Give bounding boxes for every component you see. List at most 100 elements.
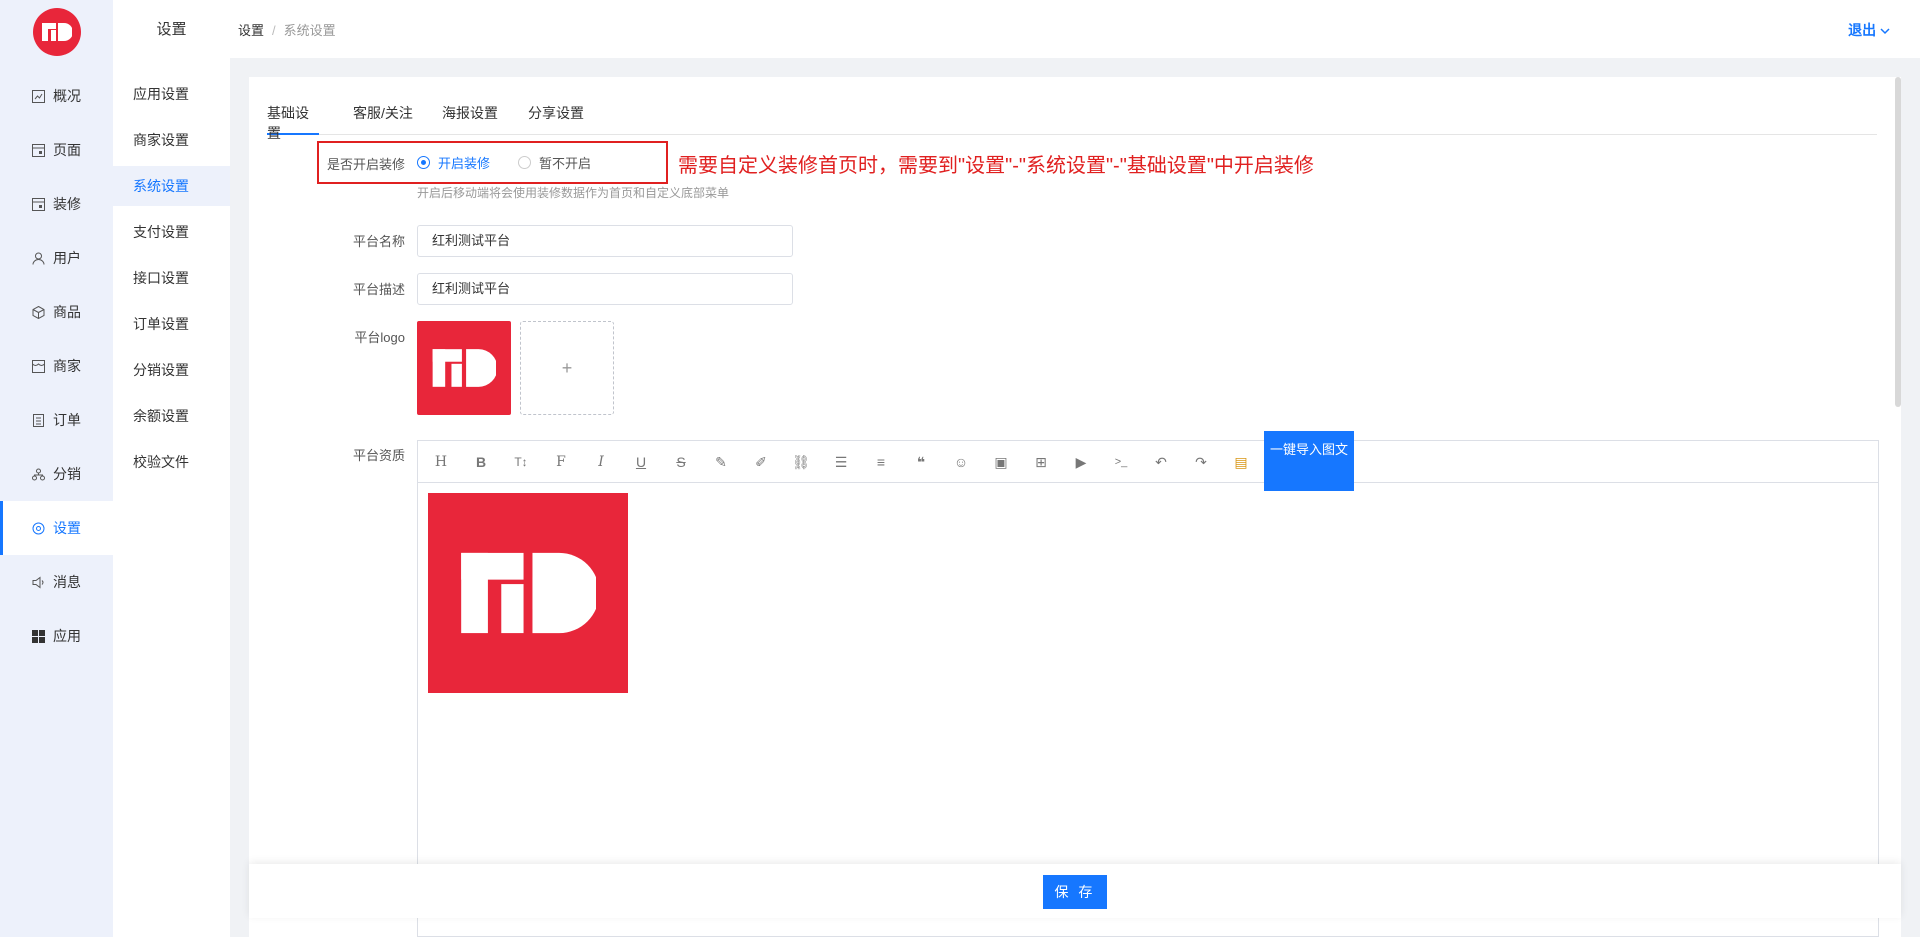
app-logo[interactable]	[33, 8, 81, 56]
chevron-down-icon	[1880, 22, 1890, 38]
image-icon[interactable]: ▣	[992, 453, 1010, 471]
sidebar-item-order[interactable]: 订单	[0, 393, 113, 447]
user-icon	[31, 251, 45, 265]
sidebar-item-goods[interactable]: 商品	[0, 285, 113, 339]
sidebar-item-label: 概况	[53, 88, 81, 104]
store-icon	[31, 359, 45, 373]
bold-icon[interactable]: B	[472, 453, 490, 471]
sidebar-item-merchant[interactable]: 商家	[0, 339, 113, 393]
sidebar-item-label: 消息	[53, 574, 81, 590]
italic-icon[interactable]: I	[592, 453, 610, 471]
breadcrumb-settings[interactable]: 设置	[238, 23, 264, 38]
subnav-item-merchant-settings[interactable]: 商家设置	[113, 120, 230, 160]
sidebar-item-settings[interactable]: 设置	[0, 501, 113, 555]
import-doc-icon[interactable]: ▤	[1232, 453, 1250, 471]
logout-label: 退出	[1848, 22, 1877, 38]
breadcrumb-separator: /	[272, 23, 276, 38]
tab-share[interactable]: 分享设置	[528, 103, 584, 135]
gear-icon	[31, 521, 45, 535]
align-icon[interactable]: ≡	[872, 453, 890, 471]
import-article-button[interactable]: 一键导入图文	[1264, 431, 1354, 491]
sidebar-item-page[interactable]: 页面	[0, 123, 113, 177]
subnav-item-verify-file[interactable]: 校验文件	[113, 442, 230, 482]
link-icon[interactable]: ⛓	[792, 453, 810, 471]
save-button[interactable]: 保 存	[1043, 875, 1107, 909]
sidebar-item-message[interactable]: 消息	[0, 555, 113, 609]
sidebar-item-label: 商品	[53, 304, 81, 320]
platform-logo-label: 平台logo	[354, 330, 405, 345]
decorate-label: 是否开启装修	[326, 157, 405, 172]
logo-upload-button[interactable]: +	[520, 321, 614, 415]
code-icon[interactable]: >_	[1112, 453, 1130, 471]
speaker-icon	[31, 575, 45, 589]
sidebar-item-label: 分销	[53, 466, 81, 482]
sidebar-item-distribution[interactable]: 分销	[0, 447, 113, 501]
tab-service[interactable]: 客服/关注	[353, 103, 413, 135]
tab-basic[interactable]: 基础设置	[267, 103, 319, 141]
logout-button[interactable]: 退出	[1848, 20, 1890, 40]
subnav-item-app-settings[interactable]: 应用设置	[113, 74, 230, 114]
sidebar-item-user[interactable]: 用户	[0, 231, 113, 285]
emoji-icon[interactable]: ☺	[952, 453, 970, 471]
breadcrumb: 设置 / 系统设置	[238, 20, 336, 39]
subnav-item-api-settings[interactable]: 接口设置	[113, 258, 230, 298]
sidebar-item-decorate[interactable]: 装修	[0, 177, 113, 231]
radio-label: 暂不开启	[539, 156, 592, 171]
distribution-icon	[31, 467, 45, 481]
footer-bar: 保 存	[249, 864, 1901, 918]
settings-card: 基础设置 客服/关注 海报设置 分享设置 是否开启装修 开启装修 暂不开启 需要…	[249, 77, 1901, 937]
decorate-icon	[31, 197, 45, 211]
platform-qual-label: 平台资质	[352, 448, 405, 463]
radio-label: 开启装修	[438, 156, 491, 171]
subnav-item-order-settings[interactable]: 订单设置	[113, 304, 230, 344]
sidebar-item-apps[interactable]: 应用	[0, 609, 113, 663]
editor-toolbar: H B T↕ F I U S ✎ ✐ ⛓ ☰ ≡ ❝ ☺ ▣ ⊞ ▶ >_ ↶ …	[418, 431, 1878, 491]
top-header: 设置 / 系统设置 退出	[230, 0, 1920, 58]
subnav-item-balance-settings[interactable]: 余额设置	[113, 396, 230, 436]
sidebar-item-label: 订单	[53, 412, 81, 428]
chart-icon	[31, 89, 45, 103]
list-icon[interactable]: ☰	[832, 453, 850, 471]
underline-icon[interactable]: U	[632, 453, 650, 471]
radio-decorate-on[interactable]: 开启装修	[417, 153, 490, 172]
editor-logo-image[interactable]	[428, 493, 628, 693]
annotation-text: 需要自定义装修首页时，需要到"设置"-"系统设置"-"基础设置"中开启装修	[678, 155, 1314, 177]
undo-icon[interactable]: ↶	[1152, 453, 1170, 471]
tab-poster[interactable]: 海报设置	[442, 103, 498, 135]
sidebar-item-label: 商家	[53, 358, 81, 374]
subnav-item-distribution-settings[interactable]: 分销设置	[113, 350, 230, 390]
platform-name-input[interactable]: 红利测试平台	[417, 225, 793, 257]
sidebar-item-label: 页面	[53, 142, 81, 158]
page-icon	[31, 143, 45, 157]
page-scrollbar[interactable]	[1895, 77, 1901, 407]
heading-icon[interactable]: H	[432, 453, 450, 471]
sidebar-item-label: 应用	[53, 628, 81, 644]
font-size-icon[interactable]: T↕	[512, 453, 530, 471]
platform-desc-input[interactable]: 红利测试平台	[417, 273, 793, 305]
sidebar-item-overview[interactable]: 概况	[0, 69, 113, 123]
radio-decorate-off[interactable]: 暂不开启	[518, 153, 591, 172]
settings-tabs: 基础设置 客服/关注 海报设置 分享设置	[267, 103, 1877, 141]
highlight-pen-icon[interactable]: ✎	[712, 453, 730, 471]
video-icon[interactable]: ▶	[1072, 453, 1090, 471]
platform-name-label: 平台名称	[352, 234, 405, 249]
radio-dot	[518, 156, 531, 169]
table-icon[interactable]: ⊞	[1032, 453, 1050, 471]
sidebar-item-label: 装修	[53, 196, 81, 212]
subnav-item-payment-settings[interactable]: 支付设置	[113, 212, 230, 252]
font-family-icon[interactable]: F	[552, 453, 570, 471]
subnav-item-system-settings[interactable]: 系统设置	[113, 166, 230, 206]
box-icon	[31, 305, 45, 319]
radio-dot	[417, 156, 430, 169]
grid-icon	[31, 629, 45, 643]
strikethrough-icon[interactable]: S	[672, 453, 690, 471]
platform-desc-label: 平台描述	[352, 282, 405, 297]
rich-text-editor: H B T↕ F I U S ✎ ✐ ⛓ ☰ ≡ ❝ ☺ ▣ ⊞ ▶ >_ ↶ …	[417, 431, 1879, 937]
decorate-hint: 开启后移动端将会使用装修数据作为首页和自定义底部菜单	[417, 186, 730, 200]
quote-icon[interactable]: ❝	[912, 453, 930, 471]
sidebar-item-label: 设置	[53, 520, 81, 536]
platform-logo-image[interactable]	[417, 321, 511, 415]
redo-icon[interactable]: ↷	[1192, 453, 1210, 471]
breadcrumb-current: 系统设置	[283, 23, 336, 38]
brush-icon[interactable]: ✐	[752, 453, 770, 471]
